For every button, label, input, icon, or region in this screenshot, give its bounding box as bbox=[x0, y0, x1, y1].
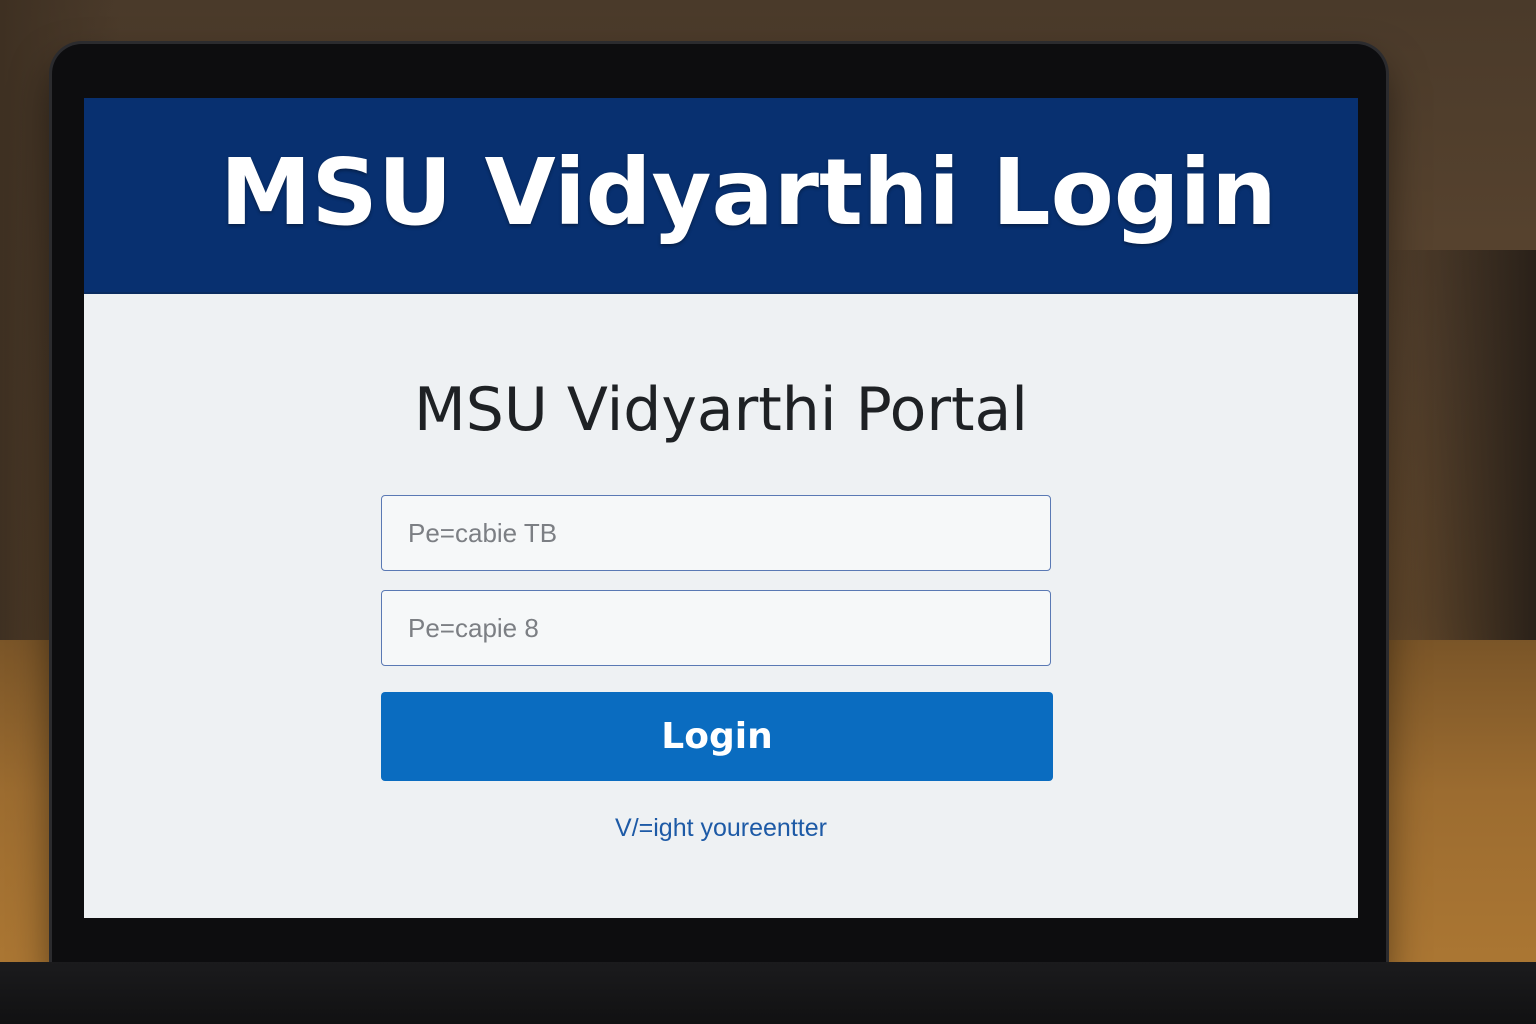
login-button[interactable]: Login bbox=[381, 692, 1053, 781]
portal-title: MSU Vidyarthi Portal bbox=[414, 375, 1028, 445]
laptop-keyboard-base bbox=[0, 962, 1536, 1024]
page-title: MSU Vidyarthi Login bbox=[220, 139, 1277, 246]
username-field[interactable] bbox=[381, 495, 1051, 571]
laptop-screen: MSU Vidyarthi Login MSU Vidyarthi Portal… bbox=[84, 98, 1358, 918]
header-banner: MSU Vidyarthi Login bbox=[84, 98, 1358, 294]
help-link[interactable]: V/=ight youreentter bbox=[84, 814, 1358, 843]
password-field[interactable] bbox=[381, 590, 1051, 666]
